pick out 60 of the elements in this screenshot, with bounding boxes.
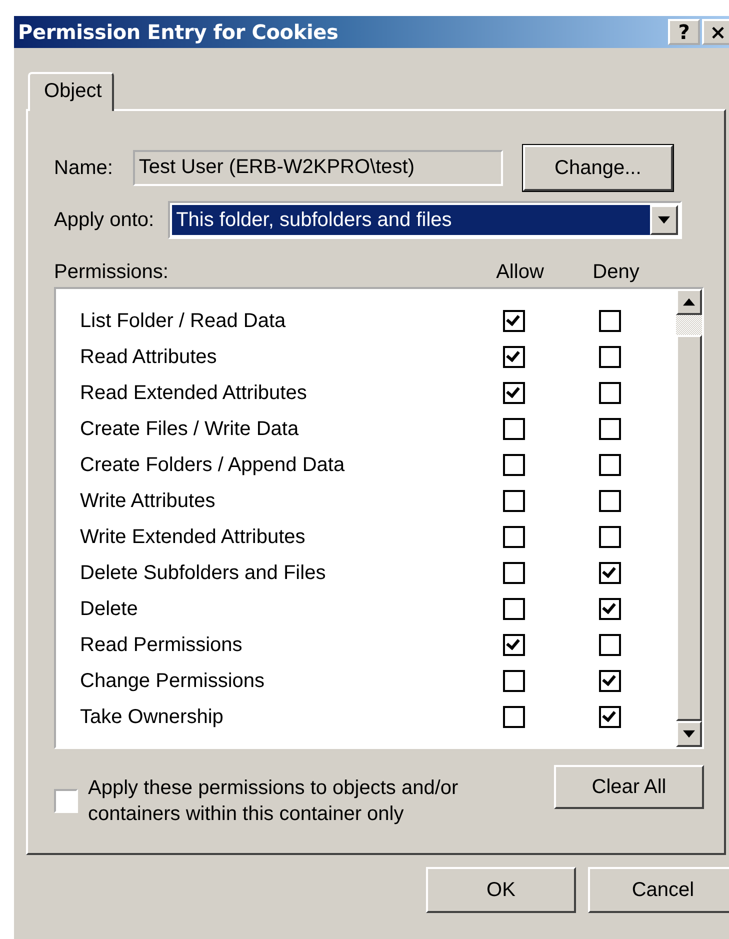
checkbox[interactable] xyxy=(503,418,525,440)
column-header: Deny xyxy=(592,260,640,284)
checkbox[interactable] xyxy=(599,634,621,656)
checkbox[interactable] xyxy=(503,598,525,620)
permission-name: Delete xyxy=(79,598,139,620)
apply-onto-label: Apply onto: xyxy=(54,208,154,232)
column-header: Allow xyxy=(495,260,545,284)
checkbox[interactable] xyxy=(503,634,525,656)
scroll-thumb[interactable] xyxy=(676,335,702,721)
scroll-up-button[interactable] xyxy=(676,289,702,315)
checkbox[interactable] xyxy=(503,490,525,512)
checkbox[interactable] xyxy=(599,382,621,404)
permissions-label: Permissions: xyxy=(54,260,170,284)
permission-name: Create Files / Write Data xyxy=(79,418,300,440)
permission-name: List Folder / Read Data xyxy=(79,310,287,332)
checkbox[interactable] xyxy=(503,706,525,728)
checkbox[interactable] xyxy=(599,418,621,440)
checkbox[interactable] xyxy=(503,670,525,692)
checkbox[interactable] xyxy=(503,382,525,404)
permission-name: Write Attributes xyxy=(79,490,216,512)
checkbox[interactable] xyxy=(599,346,621,368)
down-arrow-icon xyxy=(683,730,695,738)
cancel-button[interactable]: Cancel xyxy=(588,867,729,913)
checkbox[interactable] xyxy=(599,598,621,620)
name-label: Name: xyxy=(54,156,113,180)
checkbox[interactable] xyxy=(503,526,525,548)
scrollbar[interactable] xyxy=(676,289,702,747)
checkbox[interactable] xyxy=(599,310,621,332)
permission-name: Take Ownership xyxy=(79,706,224,728)
checkbox[interactable] xyxy=(503,454,525,476)
permission-name: Delete Subfolders and Files xyxy=(79,562,327,584)
checkbox[interactable] xyxy=(599,706,621,728)
permission-name: Create Folders / Append Data xyxy=(79,454,346,476)
scroll-down-button[interactable] xyxy=(676,721,702,747)
name-field[interactable]: Test User (ERB-W2KPRO\test) xyxy=(132,150,503,186)
permission-name: Read Permissions xyxy=(79,634,244,656)
apply-onto-dropdown[interactable]: This folder, subfolders and files xyxy=(168,201,682,239)
checkbox[interactable] xyxy=(503,310,525,332)
checkbox[interactable] xyxy=(599,562,621,584)
checkbox[interactable] xyxy=(503,562,525,584)
checkbox[interactable] xyxy=(599,526,621,548)
clear-all-button[interactable]: Clear All xyxy=(554,765,704,809)
permission-name: Write Extended Attributes xyxy=(79,526,306,548)
up-arrow-icon xyxy=(683,298,695,306)
tab[interactable]: Object xyxy=(28,72,114,111)
dropdown-arrow-icon xyxy=(658,216,670,224)
permission-name: Read Extended Attributes xyxy=(79,382,308,404)
permission-name: Change Permissions xyxy=(79,670,266,692)
change-button[interactable]: Change... xyxy=(522,145,673,191)
ok-button[interactable]: OK xyxy=(426,867,576,913)
permission-name: Read Attributes xyxy=(79,346,218,368)
checkbox-label: Apply these permissions to objects and/or containers within this container only xyxy=(88,776,460,827)
scroll-track[interactable] xyxy=(676,315,702,335)
checkbox[interactable] xyxy=(599,490,621,512)
close-button[interactable]: × xyxy=(702,19,729,45)
checkbox[interactable] xyxy=(599,454,621,476)
checkbox[interactable] xyxy=(599,670,621,692)
help-button[interactable]: ? xyxy=(668,19,700,45)
checkbox[interactable] xyxy=(503,346,525,368)
window-title: Permission Entry for Cookies xyxy=(18,20,338,44)
